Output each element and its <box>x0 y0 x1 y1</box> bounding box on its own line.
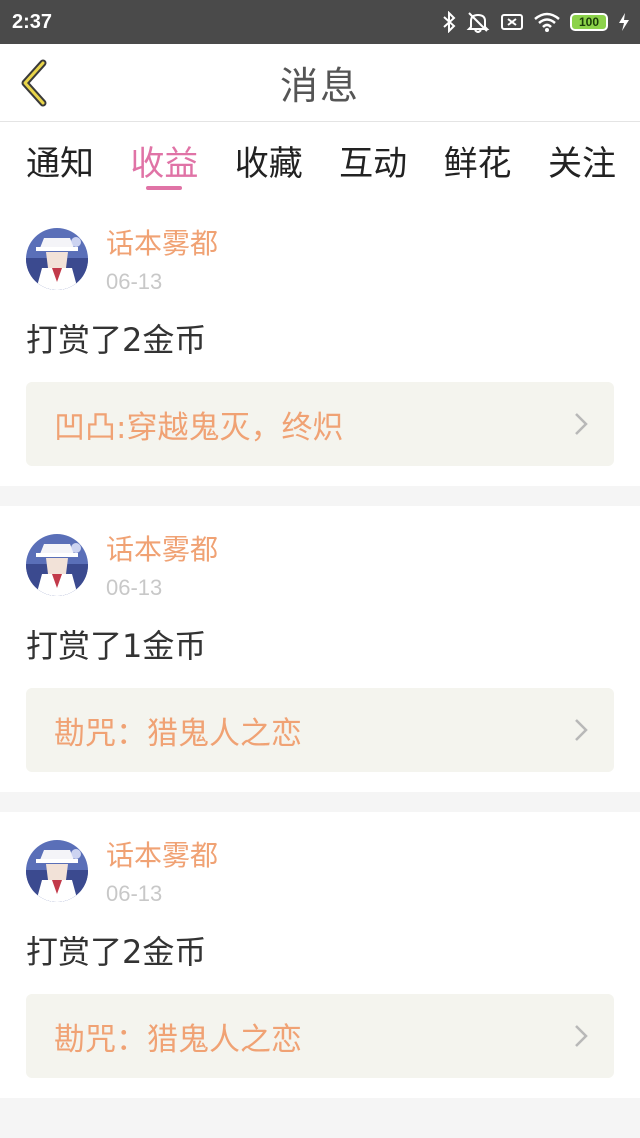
tab-follows[interactable]: 关注 <box>548 122 616 200</box>
tab-label: 鲜花 <box>443 144 512 184</box>
username[interactable]: 话本雾都 <box>106 530 218 570</box>
tab-label: 互动 <box>339 144 408 184</box>
battery-icon: 100 <box>570 13 608 31</box>
message-date: 06-13 <box>106 575 163 600</box>
avatar[interactable] <box>26 534 88 596</box>
message-card: 话本雾都 06-13 打赏了2金币 凹凸:穿越鬼灭，终炽 <box>0 200 640 486</box>
message-text: 打赏了2金币 <box>26 321 207 359</box>
avatar[interactable] <box>26 228 88 290</box>
battery-level: 100 <box>570 13 608 31</box>
book-link[interactable]: 凹凸:穿越鬼灭，终炽 <box>26 382 614 466</box>
message-card: 话本雾都 06-13 打赏了1金币 勘咒：猎鬼人之恋 <box>0 506 640 792</box>
tab-earnings[interactable]: 收益 <box>130 122 198 200</box>
tab-interactions[interactable]: 互动 <box>339 122 407 200</box>
message-feed: 话本雾都 06-13 打赏了2金币 凹凸:穿越鬼灭，终炽 话本雾都 06-13 … <box>0 200 640 1098</box>
message-text: 打赏了1金币 <box>26 627 207 665</box>
book-title: 勘咒：猎鬼人之恋 <box>54 1021 302 1058</box>
chevron-right-icon <box>575 1025 588 1047</box>
sim-x-icon <box>500 12 524 32</box>
tab-label: 通知 <box>26 144 94 184</box>
tab-label: 收藏 <box>234 144 303 184</box>
message-text: 打赏了2金币 <box>26 933 207 971</box>
message-date: 06-13 <box>106 881 163 906</box>
status-icons: 100 <box>442 11 630 33</box>
app-header: 消息 <box>0 44 640 122</box>
tab-label: 关注 <box>547 144 616 184</box>
tab-favorites[interactable]: 收藏 <box>235 122 303 200</box>
chevron-right-icon <box>575 719 588 741</box>
page-title: 消息 <box>279 64 360 108</box>
book-title: 凹凸:穿越鬼灭，终炽 <box>54 409 344 446</box>
message-date: 06-13 <box>106 269 163 294</box>
book-link[interactable]: 勘咒：猎鬼人之恋 <box>26 688 614 772</box>
tab-flowers[interactable]: 鲜花 <box>444 122 512 200</box>
bluetooth-icon <box>442 11 456 33</box>
message-card: 话本雾都 06-13 打赏了2金币 勘咒：猎鬼人之恋 <box>0 812 640 1098</box>
active-tab-indicator <box>146 186 183 190</box>
tab-label: 收益 <box>130 144 199 184</box>
status-time: 2:37 <box>12 10 53 33</box>
tab-bar: 通知 收益 收藏 互动 鲜花 关注 <box>0 122 640 200</box>
charging-icon <box>618 12 630 32</box>
chevron-right-icon <box>575 413 588 435</box>
book-link[interactable]: 勘咒：猎鬼人之恋 <box>26 994 614 1078</box>
status-bar: 2:37 100 <box>0 0 640 44</box>
username[interactable]: 话本雾都 <box>106 224 218 264</box>
chevron-left-icon <box>21 59 47 107</box>
back-button[interactable] <box>14 59 54 107</box>
wifi-icon <box>534 12 560 32</box>
tab-notice[interactable]: 通知 <box>26 122 94 200</box>
book-title: 勘咒：猎鬼人之恋 <box>54 715 302 752</box>
username[interactable]: 话本雾都 <box>106 836 218 876</box>
avatar[interactable] <box>26 840 88 902</box>
bell-off-icon <box>466 11 490 33</box>
